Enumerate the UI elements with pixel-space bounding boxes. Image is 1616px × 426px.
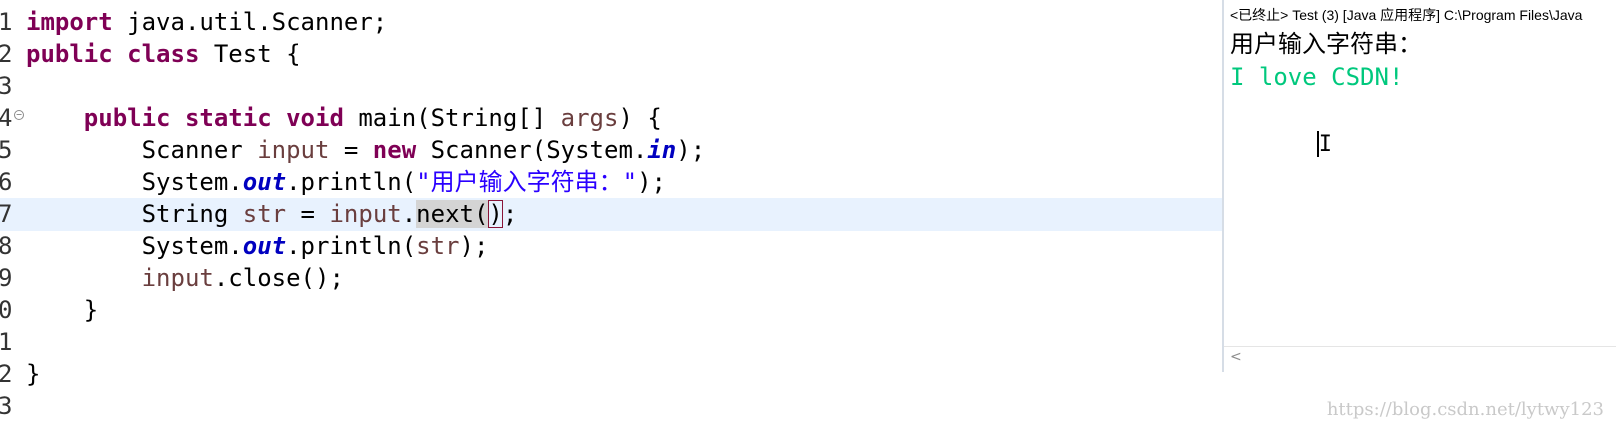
scroll-left-icon[interactable]: < xyxy=(1230,349,1242,365)
code-token: Scanner xyxy=(26,136,258,164)
line-number: 0 xyxy=(0,296,13,324)
code-token: static xyxy=(184,104,272,132)
code-token: java.util.Scanner; xyxy=(112,8,388,36)
code-token: .println( xyxy=(286,168,417,196)
code-line[interactable]: 3 xyxy=(0,390,1222,423)
code-token: class xyxy=(127,40,200,68)
console-caret-line[interactable]: I xyxy=(1230,94,1616,157)
code-token: main(String[] xyxy=(343,104,561,132)
line-number: 5 xyxy=(0,136,13,164)
code-text: System.out.println(str); xyxy=(26,230,489,263)
code-text: String str = input.next(); xyxy=(26,198,517,231)
code-token: public xyxy=(83,104,171,132)
code-token: = xyxy=(329,136,373,164)
code-token: ) xyxy=(488,200,503,228)
ibeam-cursor-icon: I xyxy=(1318,132,1332,157)
code-line[interactable]: 2} xyxy=(0,358,1222,391)
code-token: System. xyxy=(26,168,243,196)
code-line[interactable]: 1 import java.util.Scanner; xyxy=(0,6,1222,39)
code-line[interactable]: 0 } xyxy=(0,294,1222,327)
console-horizontal-scrollbar[interactable]: < xyxy=(1224,346,1616,369)
code-token: out xyxy=(242,232,287,260)
code-token: ; xyxy=(502,200,518,228)
code-token: void xyxy=(286,104,344,132)
code-text: public class Test { xyxy=(26,38,301,71)
line-number: 2 xyxy=(0,360,13,388)
code-token: args xyxy=(560,104,619,132)
code-line[interactable]: 3 xyxy=(0,70,1222,103)
code-line[interactable]: 5 Scanner input = new Scanner(System.in)… xyxy=(0,134,1222,167)
code-line[interactable]: 9 input.close(); xyxy=(0,262,1222,295)
code-token: .println( xyxy=(286,232,417,260)
console-input-line: I love CSDN! xyxy=(1230,63,1404,91)
code-token: = xyxy=(286,200,330,228)
code-token: ) { xyxy=(618,104,662,132)
code-token: Test { xyxy=(199,40,301,68)
code-token: new xyxy=(372,136,417,164)
code-text: System.out.println("用户输入字符串："); xyxy=(26,166,666,199)
code-text: input.close(); xyxy=(26,262,344,295)
code-token: } xyxy=(26,360,41,388)
line-number: 8 xyxy=(0,232,13,260)
fold-toggle-icon[interactable]: − xyxy=(14,110,24,120)
code-token: input xyxy=(329,200,402,228)
code-token: str xyxy=(242,200,287,228)
code-token: public xyxy=(26,40,113,68)
code-line[interactable]: 2 public class Test { xyxy=(0,38,1222,71)
code-text: import java.util.Scanner; xyxy=(26,6,387,39)
code-token: } xyxy=(26,296,99,324)
code-token: str xyxy=(416,232,460,260)
code-text: public static void main(String[] args) { xyxy=(26,102,662,135)
line-number: 7 xyxy=(0,200,13,228)
console-view[interactable]: <已终止> Test (3) [Java 应用程序] C:\Program Fi… xyxy=(1222,0,1616,372)
line-number: 9 xyxy=(0,264,13,292)
line-number: 4 xyxy=(0,104,13,132)
code-token: String xyxy=(26,200,243,228)
code-token: ); xyxy=(459,232,489,260)
code-token: ); xyxy=(637,168,666,196)
line-number: 1 xyxy=(0,8,13,36)
code-line[interactable]: 6 System.out.println("用户输入字符串："); xyxy=(0,166,1222,199)
code-token: out xyxy=(242,168,287,196)
code-line[interactable]: 4− public static void main(String[] args… xyxy=(0,102,1222,135)
code-text: Scanner input = new Scanner(System.in); xyxy=(26,134,706,167)
code-editor[interactable]: 1 import java.util.Scanner; 2 public class … xyxy=(0,0,1222,426)
console-output-line: 用户输入字符串： xyxy=(1230,30,1422,58)
code-token: input xyxy=(141,264,214,292)
code-token: .close(); xyxy=(213,264,344,292)
code-token: Scanner(System. xyxy=(416,136,648,164)
code-token: next( xyxy=(416,200,489,228)
line-number: 6 xyxy=(0,168,13,196)
code-token: ); xyxy=(676,136,706,164)
line-number: 3 xyxy=(0,72,13,100)
code-token: import xyxy=(26,8,113,36)
line-number: 2 xyxy=(0,40,13,68)
code-token: "用户输入字符串：" xyxy=(416,168,638,196)
code-token: System. xyxy=(26,232,243,260)
code-line[interactable]: 8 System.out.println(str); xyxy=(0,230,1222,263)
code-text: } xyxy=(26,358,40,391)
line-number: 3 xyxy=(0,392,13,420)
watermark: https://blog.csdn.net/lytwy123 xyxy=(1326,399,1604,420)
code-text: } xyxy=(26,294,98,327)
code-token: . xyxy=(401,200,417,228)
code-line[interactable]: 7 String str = input.next(); xyxy=(0,198,1222,231)
code-token: in xyxy=(647,136,677,164)
code-line[interactable]: 1 xyxy=(0,326,1222,359)
code-token: input xyxy=(257,136,330,164)
line-number: 1 xyxy=(0,328,13,356)
console-header: <已终止> Test (3) [Java 应用程序] C:\Program Fi… xyxy=(1230,7,1583,23)
console-output[interactable]: 用户输入字符串： I love CSDN! I xyxy=(1230,28,1616,157)
